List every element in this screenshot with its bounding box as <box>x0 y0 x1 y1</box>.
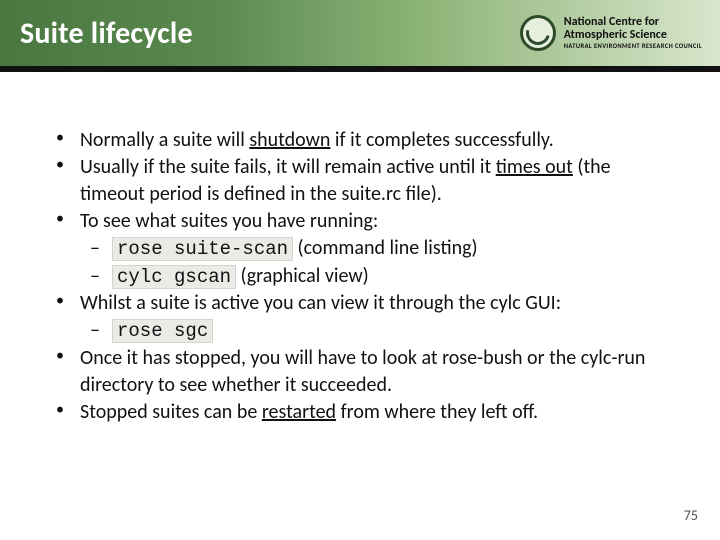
swirl-icon <box>520 15 556 51</box>
slide-body: Normally a suite will shutdown if it com… <box>0 72 720 426</box>
code-inline: rose sgc <box>112 319 213 343</box>
slide-header: Suite lifecycle National Centre for Atmo… <box>0 0 720 72</box>
underlined-text: restarted <box>262 400 336 424</box>
code-inline: rose suite-scan <box>112 237 293 261</box>
org-line1: National Centre for <box>564 16 702 29</box>
org-line2: Atmospheric Science <box>564 29 702 42</box>
org-branding: National Centre for Atmospheric Science … <box>520 15 702 51</box>
code-inline: cylc gscan <box>112 265 236 289</box>
bullet-item: Normally a suite will shutdown if it com… <box>46 127 674 154</box>
bullet-item: Whilst a suite is active you can view it… <box>46 290 674 345</box>
sub-list: rose suite-scan (command line listing) c… <box>80 235 674 290</box>
slide-title: Suite lifecycle <box>20 15 193 52</box>
bullet-item: Usually if the suite fails, it will rema… <box>46 154 674 208</box>
bullet-item: Stopped suites can be restarted from whe… <box>46 399 674 426</box>
sub-list: rose sgc <box>80 317 674 345</box>
sub-item: rose suite-scan (command line listing) <box>80 235 674 263</box>
bullet-list: Normally a suite will shutdown if it com… <box>46 127 674 426</box>
org-text: National Centre for Atmospheric Science … <box>564 16 702 50</box>
org-line3: NATURAL ENVIRONMENT RESEARCH COUNCIL <box>564 43 702 50</box>
bullet-item: To see what suites you have running: ros… <box>46 208 674 290</box>
bullet-item: Once it has stopped, you will have to lo… <box>46 345 674 399</box>
page-number: 75 <box>684 507 698 524</box>
sub-item: rose sgc <box>80 317 674 345</box>
sub-item: cylc gscan (graphical view) <box>80 263 674 291</box>
underlined-text: times out <box>496 155 573 179</box>
underlined-text: shutdown <box>249 128 330 152</box>
